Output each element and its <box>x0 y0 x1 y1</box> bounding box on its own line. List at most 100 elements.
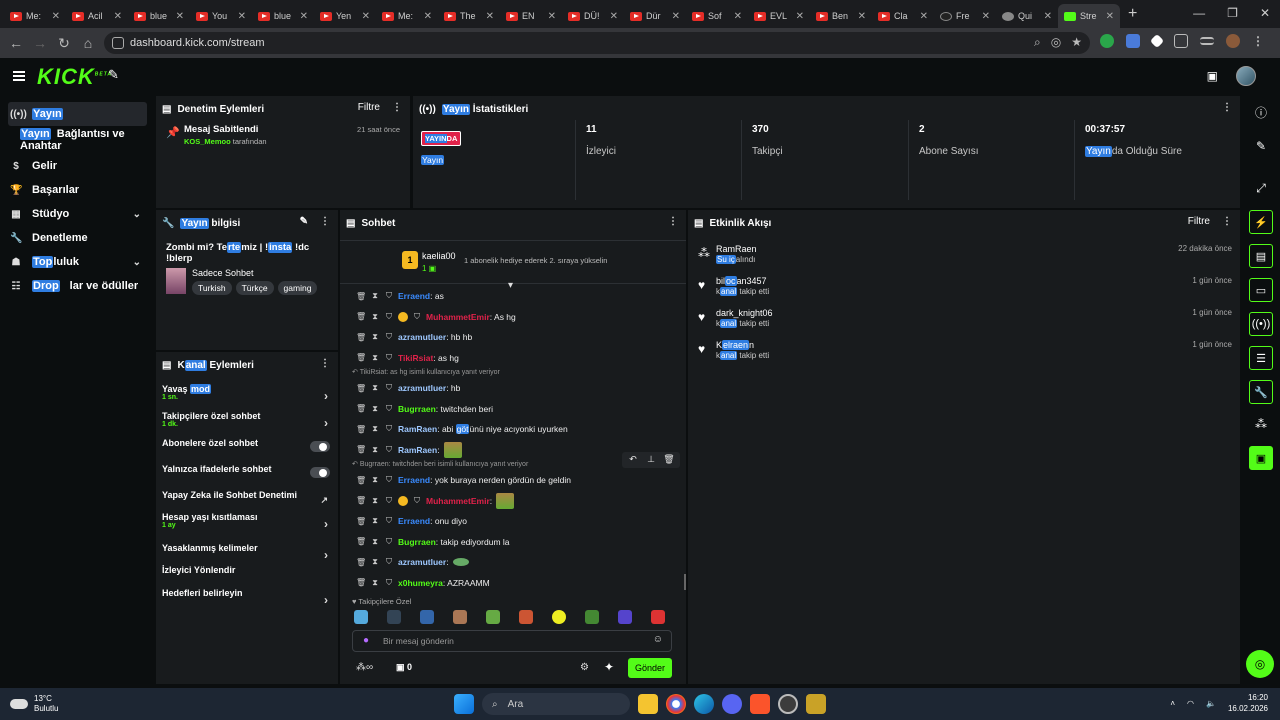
tag-chip[interactable]: Turkish <box>192 281 232 295</box>
list-icon[interactable]: ☰ <box>1249 346 1273 370</box>
chat-username[interactable]: Bugrraen <box>398 404 436 414</box>
browser-tab[interactable]: Yen ✕ <box>314 4 376 28</box>
chat-username[interactable]: Erraend <box>398 291 430 301</box>
close-tab-icon[interactable]: ✕ <box>796 11 804 22</box>
browser-tab[interactable]: Dür ✕ <box>624 4 686 28</box>
chevron-down-icon[interactable]: ⌄ <box>133 257 141 268</box>
chat-username[interactable]: RamRaen <box>398 445 437 455</box>
puzzle-icon[interactable] <box>1174 34 1188 48</box>
trash-icon[interactable]: 🗑 <box>356 333 366 342</box>
chevron-right-icon[interactable]: › <box>324 548 328 562</box>
close-tab-icon[interactable]: ✕ <box>114 11 122 22</box>
chat-message[interactable]: 🗑 ⧗ ⛉ azramutluer: hb <box>340 378 686 399</box>
volume-icon[interactable]: 🔈 <box>1206 699 1216 708</box>
reload-icon[interactable]: ↻ <box>52 35 76 52</box>
infinity-icon[interactable]: ⁂∞ <box>356 662 373 673</box>
ban-icon[interactable]: ⛉ <box>384 516 394 526</box>
ban-icon[interactable]: ⛉ <box>384 353 394 363</box>
timeout-icon[interactable]: ⧗ <box>370 291 380 301</box>
close-tab-icon[interactable]: ✕ <box>362 11 370 22</box>
tag-chip[interactable]: gaming <box>277 281 318 295</box>
mod-filter-button[interactable]: Filtre <box>358 102 380 113</box>
channel-action-item[interactable]: Hesap yaşı kısıtlaması 1 ay › <box>156 512 338 543</box>
chevron-right-icon[interactable]: › <box>324 389 328 403</box>
feed-item[interactable]: ♥ Kelraenn kanal takip etti 1 gün önce <box>688 338 1240 370</box>
chrome-icon[interactable] <box>666 694 686 714</box>
close-tab-icon[interactable]: ✕ <box>610 11 618 22</box>
browser-menu-icon[interactable]: ⋮ <box>1252 34 1264 48</box>
sidebar-item-7[interactable]: ☗ Topluluk ⌄ <box>0 250 155 274</box>
trash-icon[interactable]: 🗑 <box>356 476 366 485</box>
feed-filter-button[interactable]: Filtre <box>1188 216 1210 227</box>
chat-message[interactable]: 🗑 ⧗ ⛉ Bugrraen: twitchden beri <box>340 399 686 420</box>
timeout-icon[interactable]: ⧗ <box>370 537 380 547</box>
trash-icon[interactable]: 🗑 <box>356 404 366 413</box>
edit-icon[interactable]: ✎ <box>300 216 308 227</box>
chat-username[interactable]: Erraend <box>398 516 430 526</box>
ban-icon[interactable]: ⛉ <box>384 537 394 547</box>
actions-more-icon[interactable]: ⋮ <box>320 358 330 369</box>
browser-tab[interactable]: EN ✕ <box>500 4 562 28</box>
category-name[interactable]: Sadece Sohbet <box>192 268 338 278</box>
chat-message[interactable]: 🗑 ⧗ ⛉ Erraend: as <box>340 286 686 307</box>
ban-icon[interactable]: ⛉ <box>384 291 394 301</box>
chevron-right-icon[interactable]: › <box>324 517 328 531</box>
channel-action-item[interactable]: Hedefleri belirleyin › <box>156 588 338 611</box>
browser-tab[interactable]: DÜ! ✕ <box>562 4 624 28</box>
lightning-icon[interactable]: ⚡ <box>1249 210 1273 234</box>
browser-tab[interactable]: Me: ✕ <box>376 4 438 28</box>
chat-message[interactable]: 🗑 ⧗ ⛉ azramutluer: <box>340 552 686 573</box>
kick-logo[interactable]: KICKBETA <box>37 64 112 90</box>
sidebar-item-3[interactable]: $ Gelir <box>0 154 155 178</box>
puzzle-icon[interactable]: ✦ <box>604 660 614 674</box>
chat-username[interactable]: azramutluer <box>398 332 446 342</box>
trash-icon[interactable]: 🗑 <box>356 496 366 505</box>
toggle-switch[interactable] <box>310 467 330 478</box>
pinned-user[interactable]: kaelia00 <box>422 251 456 261</box>
emote[interactable] <box>420 610 434 624</box>
timeout-icon[interactable]: ⧗ <box>370 404 380 414</box>
trash-icon[interactable]: 🗑 <box>356 425 366 434</box>
emote[interactable] <box>618 610 632 624</box>
browser-tab[interactable]: Ben ✕ <box>810 4 872 28</box>
feed-item[interactable]: ♥ bilocan3457 kanal takip etti 1 gün önce <box>688 274 1240 306</box>
feed-more-icon[interactable]: ⋮ <box>1222 216 1232 227</box>
file-explorer-icon[interactable] <box>638 694 658 714</box>
sidebar-item-1[interactable]: ((•)) Yayın <box>8 102 147 126</box>
broadcast-icon[interactable]: ((•)) <box>1249 312 1273 336</box>
menu-icon[interactable] <box>13 71 25 81</box>
ban-icon[interactable]: ⛉ <box>384 475 394 485</box>
forward-icon[interactable]: → <box>28 35 52 51</box>
browser-tab[interactable]: EVL ✕ <box>748 4 810 28</box>
reply-icon[interactable]: ↶ <box>625 454 641 466</box>
close-tab-icon[interactable]: ✕ <box>424 11 432 22</box>
ban-icon[interactable]: ⛉ <box>384 404 394 414</box>
brave-icon[interactable] <box>750 694 770 714</box>
emote[interactable] <box>354 610 368 624</box>
sidebar-item-5[interactable]: ▦ Stüdyo ⌄ <box>0 202 155 226</box>
pin-message-icon[interactable]: ⊥ <box>643 454 659 466</box>
trash-icon[interactable]: 🗑 <box>356 578 366 587</box>
media-icon[interactable] <box>1200 37 1214 45</box>
ban-icon[interactable]: ⛉ <box>384 424 394 434</box>
close-tab-icon[interactable]: ✕ <box>238 11 246 22</box>
chat-message[interactable]: 🗑 ⧗ ⛉ TikiRsiat: as hg <box>340 348 686 369</box>
sidebar-item-4[interactable]: 🏆 Başarılar <box>0 178 155 202</box>
tray-chevron-icon[interactable]: ˄ <box>1170 699 1175 708</box>
timeout-icon[interactable]: ⧗ <box>370 475 380 485</box>
new-tab-button[interactable]: + <box>1128 5 1137 23</box>
trash-icon[interactable]: 🗑 <box>356 558 366 567</box>
chat-bubble-icon[interactable]: ▭ <box>1249 278 1273 302</box>
channel-action-item[interactable]: Abonelere özel sohbet <box>156 438 338 464</box>
home-icon[interactable]: ⌂ <box>76 35 100 51</box>
notes-icon[interactable]: ▤ <box>1249 244 1273 268</box>
info-icon[interactable]: ⓘ <box>1249 100 1273 124</box>
mod-more-icon[interactable]: ⋮ <box>392 102 402 113</box>
maximize-button[interactable]: ❐ <box>1227 6 1238 20</box>
close-tab-icon[interactable]: ✕ <box>920 11 928 22</box>
browser-tab[interactable]: Fre ✕ <box>934 4 996 28</box>
sidebar-item-8[interactable]: ☷ Drop lar ve ödüller <box>0 274 155 298</box>
trash-icon[interactable]: 🗑 <box>356 384 366 393</box>
close-tab-icon[interactable]: ✕ <box>548 11 556 22</box>
emote[interactable] <box>552 610 566 624</box>
